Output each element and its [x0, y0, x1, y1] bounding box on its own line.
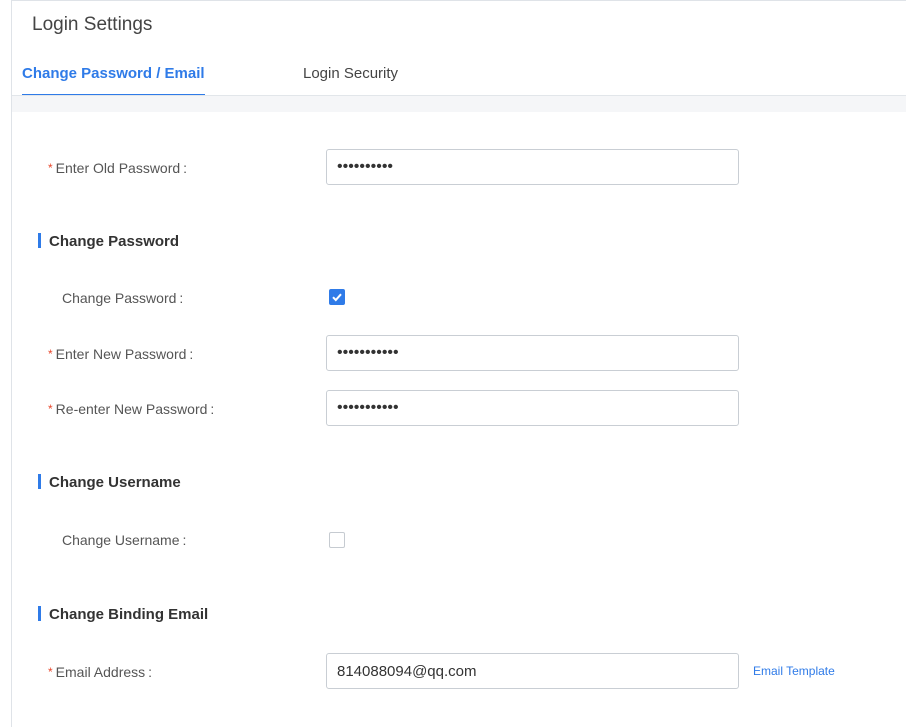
section-change-username: Change Username	[38, 474, 181, 491]
page-title: Login Settings	[32, 14, 153, 35]
tab-label: Login Security	[303, 65, 399, 82]
required-mark: *	[48, 402, 53, 416]
section-marker	[38, 233, 41, 248]
new-password-input[interactable]	[326, 335, 739, 371]
email-address-label: * Email Address:	[48, 664, 153, 680]
change-password-checkbox[interactable]	[329, 289, 345, 305]
section-spacer	[12, 96, 906, 112]
reenter-password-input[interactable]	[326, 390, 739, 426]
panel-top-border	[11, 0, 906, 1]
required-mark: *	[48, 665, 53, 679]
section-change-binding-email: Change Binding Email	[38, 606, 208, 623]
reenter-password-label: * Re-enter New Password:	[48, 401, 215, 417]
old-password-input[interactable]	[326, 149, 739, 185]
required-mark: *	[48, 347, 53, 361]
change-username-toggle-label: Change Username:	[62, 532, 187, 548]
tab-bar: Change Password / Email Login Security	[12, 58, 906, 97]
tab-label: Change Password / Email	[22, 65, 205, 82]
section-marker	[38, 606, 41, 621]
required-mark: *	[48, 161, 53, 175]
tab-change-password-email[interactable]: Change Password / Email	[22, 58, 205, 97]
section-marker	[38, 474, 41, 489]
email-address-input[interactable]	[326, 653, 739, 689]
old-password-label: * Enter Old Password:	[48, 160, 188, 176]
section-change-password: Change Password	[38, 233, 179, 250]
change-password-toggle-label: Change Password:	[62, 290, 184, 306]
email-template-link[interactable]: Email Template	[753, 664, 835, 678]
change-username-checkbox[interactable]	[329, 532, 345, 548]
tab-login-security[interactable]: Login Security	[303, 58, 398, 94]
new-password-label: * Enter New Password:	[48, 346, 194, 362]
check-icon	[332, 293, 342, 302]
